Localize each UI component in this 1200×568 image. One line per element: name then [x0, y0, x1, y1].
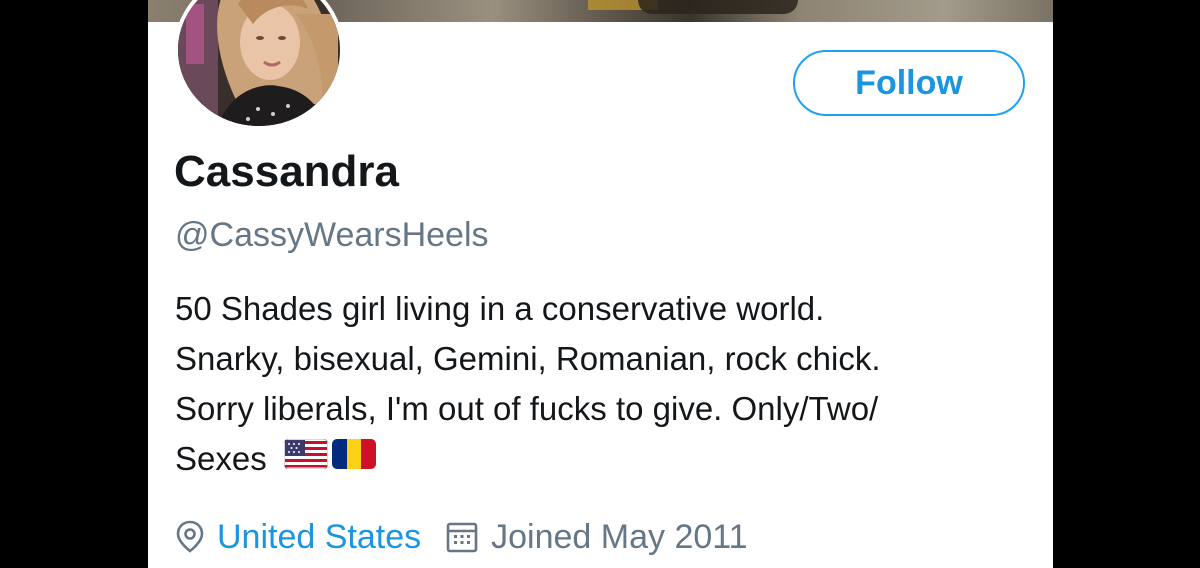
location-pin-icon [175, 520, 205, 554]
calendar-icon [445, 520, 479, 554]
bio-line: Snarky, bisexual, Gemini, Romanian, rock… [175, 340, 881, 377]
user-handle: @CassyWearsHeels [175, 216, 489, 254]
us-flag-icon [283, 433, 329, 483]
avatar[interactable] [174, 0, 344, 130]
banner-detail [638, 0, 798, 14]
bio-line: Sorry liberals, I'm out of fucks to give… [175, 390, 879, 427]
location-link[interactable]: United States [217, 512, 421, 562]
bio-line-last: Sexes [175, 434, 1035, 486]
screen: Follow Cassandra @CassyWearsHeels 50 Sha… [0, 0, 1200, 568]
join-date: Joined May 2011 [491, 518, 748, 556]
bio-line: 50 Shades girl living in a conservative … [175, 290, 825, 327]
display-name: Cassandra [174, 147, 400, 196]
profile-card: Follow Cassandra @CassyWearsHeels 50 Sha… [148, 0, 1053, 568]
bio-line: Sexes [175, 440, 267, 477]
profile-meta: United States Joined May 2011 [175, 512, 748, 562]
avatar-photo [178, 0, 340, 126]
profile-bio: 50 Shades girl living in a conservative … [175, 284, 1035, 486]
romania-flag-icon [331, 433, 376, 483]
follow-button[interactable]: Follow [793, 50, 1025, 116]
